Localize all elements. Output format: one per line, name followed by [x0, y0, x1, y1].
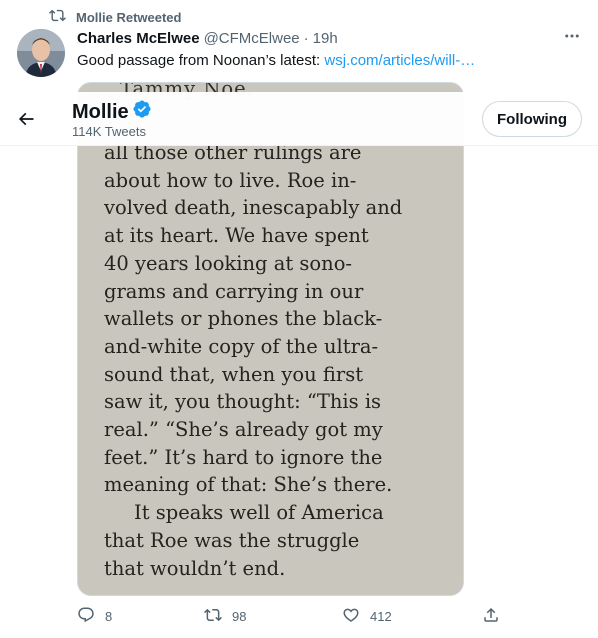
more-icon — [563, 27, 581, 50]
media-line: It speaks well of America — [134, 501, 384, 525]
media-line: volved death, inescapably and — [104, 196, 403, 220]
like-button[interactable]: 412 — [342, 606, 392, 627]
retweet-icon — [49, 7, 66, 27]
verified-badge-icon — [132, 99, 152, 125]
media-line: feet.” It’s hard to ignore the — [104, 445, 383, 469]
retweet-indicator: Mollie Retweeted — [49, 8, 181, 26]
media-line: meaning of that: She’s there. — [104, 473, 393, 497]
media-line: wallets or phones the black- — [104, 307, 383, 331]
following-button[interactable]: Following — [482, 101, 582, 137]
tweet-header: Charles McElwee @CFMcElwee · 19h — [77, 30, 338, 47]
tweet-link[interactable]: wsj.com/articles/will-… — [324, 52, 475, 69]
tweet-media-image[interactable]: Tammy Noe. all those other rulings are a… — [77, 82, 464, 596]
retweet-action-icon — [204, 606, 222, 627]
profile-sticky-header: Mollie 114K Tweets Following — [0, 92, 598, 146]
media-line: and-white copy of the ultra- — [104, 334, 379, 358]
tweet-text: Good passage from Noonan’s latest: wsj.c… — [77, 52, 475, 69]
tweet-action-bar: 8 98 412 — [77, 606, 517, 630]
media-line: that wouldn’t end. — [104, 556, 286, 580]
retweet-button[interactable]: 98 — [204, 606, 246, 627]
profile-name-text: Mollie — [72, 100, 129, 123]
author-name[interactable]: Charles McElwee — [77, 30, 200, 47]
media-line: that Roe was the struggle — [104, 528, 360, 552]
share-button[interactable] — [482, 606, 500, 627]
like-count: 412 — [370, 609, 392, 624]
tweet-body: Good passage from Noonan’s latest: — [77, 52, 325, 69]
more-options-button[interactable] — [562, 28, 582, 48]
heart-icon — [342, 606, 360, 627]
profile-name: Mollie — [72, 99, 152, 125]
tweet-timestamp[interactable]: 19h — [313, 30, 338, 47]
author-handle[interactable]: @CFMcElwee — [204, 30, 300, 47]
reply-icon — [77, 606, 95, 627]
media-line: grams and carrying in our — [104, 279, 364, 303]
separator-dot: · — [303, 30, 309, 47]
author-avatar[interactable] — [17, 29, 65, 77]
media-line: sound that, when you first — [104, 362, 364, 386]
reply-count: 8 — [105, 609, 113, 624]
back-arrow-icon — [16, 112, 36, 133]
retweet-count: 98 — [232, 609, 247, 624]
media-line: 40 years looking at sono- — [104, 251, 353, 275]
media-line: real.” “She’s already got my — [104, 418, 383, 442]
media-line: at its heart. We have spent — [104, 224, 369, 248]
media-line: saw it, you thought: “This is — [104, 390, 382, 414]
share-icon — [482, 606, 500, 627]
media-newspaper-text: all those other rulings are about how to… — [104, 139, 428, 582]
retweet-label[interactable]: Mollie Retweeted — [76, 10, 181, 25]
profile-tweet-count: 114K Tweets — [72, 124, 146, 139]
reply-button[interactable]: 8 — [77, 606, 112, 627]
media-line: about how to live. Roe in- — [104, 168, 357, 192]
back-button[interactable] — [16, 109, 38, 129]
